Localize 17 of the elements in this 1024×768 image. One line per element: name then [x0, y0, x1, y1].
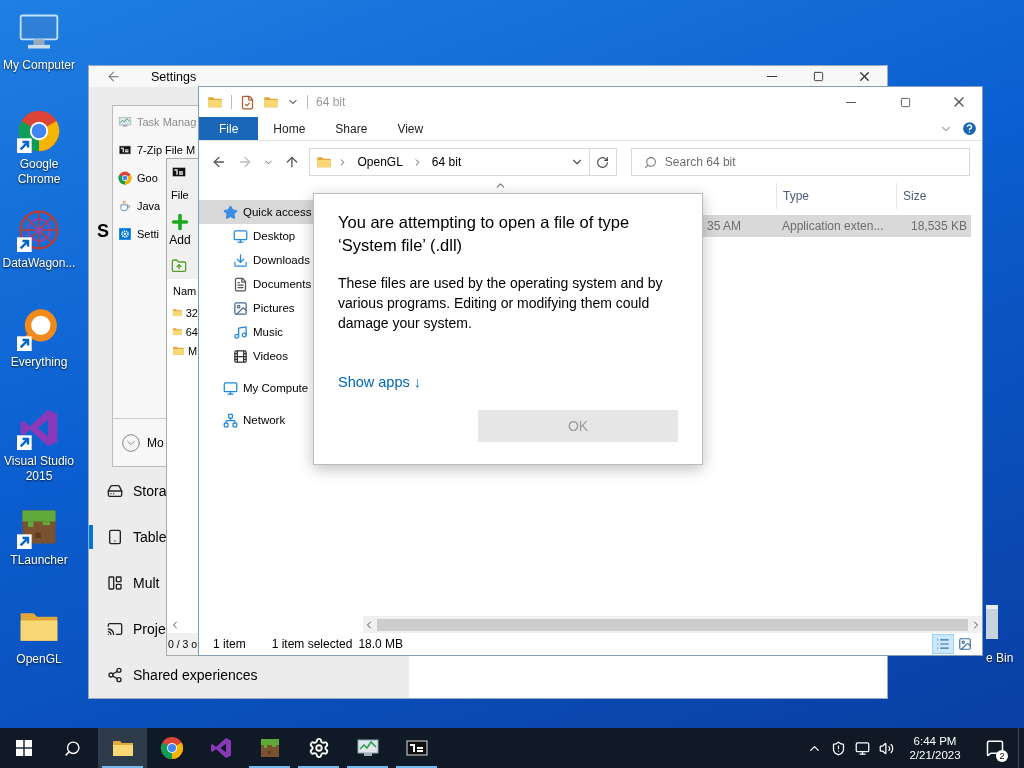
window-title: 64 bit — [316, 95, 346, 109]
status-text: 1 item — [213, 637, 246, 651]
status-text: 0 / 3 o — [168, 638, 198, 650]
dialog-message: These files are used by the operating system and by various programs. Editing or modifying them could damage your system. — [338, 274, 664, 333]
file-name: 64 — [185, 325, 198, 338]
section-heading: S — [97, 220, 109, 242]
table-cell-text: 35 AM — [706, 218, 743, 235]
clock-date: 2/21/2023 — [909, 749, 961, 761]
clock-time: 6:44 PM — [913, 735, 957, 747]
window-title: Settings — [151, 69, 197, 84]
table-cell-text: 18,535 KB — [909, 218, 968, 235]
status-text: 18.0 MB — [358, 637, 404, 651]
file-name: 32 — [185, 306, 198, 319]
notification-count: 2 — [996, 750, 1008, 762]
table-cell-text: Application exten... — [781, 218, 885, 235]
file-name: M — [188, 344, 198, 357]
status-text: 1 item selected — [271, 637, 353, 651]
